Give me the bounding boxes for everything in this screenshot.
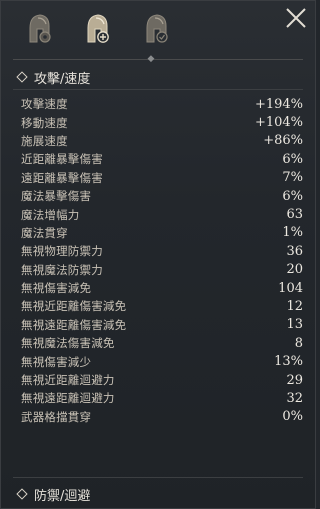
stat-row: 攻擊速度 +194% xyxy=(21,95,303,113)
stat-value: 1% xyxy=(282,225,303,241)
stat-row: 無視傷害減免 104 xyxy=(21,279,303,297)
stat-row: 無視近距離迴避力 29 xyxy=(21,371,303,389)
stat-row: 無視遠距離迴避力 32 xyxy=(21,389,303,407)
stat-label: 無視近距離迴避力 xyxy=(21,373,115,388)
helmet-plus-icon xyxy=(87,14,109,43)
stat-value: 13% xyxy=(274,354,303,370)
stat-row: 移動速度 +104% xyxy=(21,113,303,131)
section-title: 攻擊/速度 xyxy=(34,71,91,87)
stat-row: 無視遠距離傷害減免 13 xyxy=(21,316,303,334)
stat-row: 無視傷害減少 13% xyxy=(21,352,303,370)
stats-list: 攻擊速度 +194% 移動速度 +104% 施展速度 +86% 近距離暴擊傷害 6% 遠… xyxy=(21,95,303,426)
diamond-icon xyxy=(16,71,28,83)
stat-value: 104 xyxy=(278,280,303,296)
stat-label: 無視近距離傷害減免 xyxy=(21,299,127,314)
tab-helmet-shield[interactable] xyxy=(140,11,172,47)
tab-bar xyxy=(1,1,317,59)
stat-label: 魔法暴擊傷害 xyxy=(21,189,92,204)
stat-value: 32 xyxy=(286,390,303,406)
section-divider xyxy=(13,89,303,90)
stat-label: 無視遠距離傷害減免 xyxy=(21,317,127,332)
stat-row: 無視物理防禦力 36 xyxy=(21,242,303,260)
tab-helmet-gear[interactable] xyxy=(23,11,55,47)
stat-value: 8 xyxy=(294,335,303,351)
stat-value: +194% xyxy=(254,96,303,112)
stat-value: 13 xyxy=(286,317,303,333)
stat-row: 武器格擋貫穿 0% xyxy=(21,408,303,426)
helmet-gear-icon xyxy=(29,14,51,43)
section-divider xyxy=(13,477,303,478)
stat-label: 武器格擋貫穿 xyxy=(21,409,92,424)
close-icon xyxy=(286,8,306,28)
stat-value: 29 xyxy=(286,372,303,388)
stat-label: 魔法貫穿 xyxy=(21,225,68,240)
section-title: 防禦/迴避 xyxy=(34,488,91,504)
stat-value: 36 xyxy=(286,243,303,259)
tab-helmet-plus[interactable] xyxy=(81,11,113,47)
stat-label: 無視魔法傷害減免 xyxy=(21,336,115,351)
stat-label: 遠距離暴擊傷害 xyxy=(21,170,103,185)
close-button[interactable] xyxy=(283,5,309,31)
stat-row: 無視魔法防禦力 20 xyxy=(21,261,303,279)
stat-value: +86% xyxy=(263,133,303,149)
section-header-attack-speed[interactable]: 攻擊/速度 xyxy=(15,68,91,87)
stat-row: 遠距離暴擊傷害 7% xyxy=(21,169,303,187)
stat-value: 63 xyxy=(286,207,303,223)
stat-row: 近距離暴擊傷害 6% xyxy=(21,150,303,168)
stats-panel: ◆ 攻擊/速度 攻擊速度 +194% 移動速度 +104% 施展速度 +86% 近距離… xyxy=(0,0,316,509)
stat-row: 無視魔法傷害減免 8 xyxy=(21,334,303,352)
stat-value: 6% xyxy=(282,151,303,167)
stat-label: 無視魔法防禦力 xyxy=(21,262,103,277)
stat-row: 魔法增幅力 63 xyxy=(21,205,303,223)
stat-value: 6% xyxy=(282,188,303,204)
stat-row: 魔法暴擊傷害 6% xyxy=(21,187,303,205)
stat-label: 施展速度 xyxy=(21,133,68,148)
diamond-icon xyxy=(16,488,28,500)
stat-label: 無視傷害減少 xyxy=(21,354,92,369)
stat-label: 移動速度 xyxy=(21,115,68,130)
stat-value: 0% xyxy=(282,409,303,425)
stat-label: 無視物理防禦力 xyxy=(21,244,103,259)
helmet-shield-icon xyxy=(146,14,168,43)
tab-divider-ornament: ◆ xyxy=(147,54,155,64)
stat-row: 魔法貫穿 1% xyxy=(21,224,303,242)
stat-label: 攻擊速度 xyxy=(21,97,68,112)
stat-label: 近距離暴擊傷害 xyxy=(21,152,103,167)
stat-value: 20 xyxy=(286,262,303,278)
stat-value: 12 xyxy=(286,298,303,314)
stat-row: 無視近距離傷害減免 12 xyxy=(21,297,303,315)
stat-label: 無視遠距離迴避力 xyxy=(21,391,115,406)
stat-row: 施展速度 +86% xyxy=(21,132,303,150)
stat-value: 7% xyxy=(282,170,303,186)
stat-value: +104% xyxy=(254,115,303,131)
section-header-defense-evasion[interactable]: 防禦/迴避 xyxy=(15,485,91,504)
stat-label: 無視傷害減免 xyxy=(21,281,92,296)
stat-label: 魔法增幅力 xyxy=(21,207,80,222)
